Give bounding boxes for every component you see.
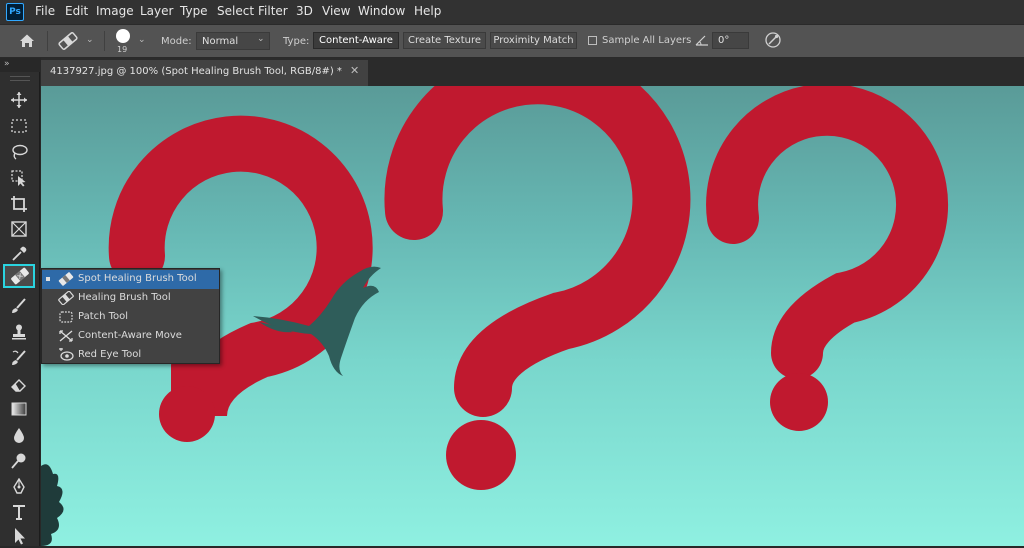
history-brush-tool[interactable] <box>4 346 34 370</box>
brush-tool[interactable] <box>4 294 34 318</box>
close-icon[interactable]: ✕ <box>350 64 359 77</box>
dodge-tool[interactable] <box>4 449 34 473</box>
content-aware-move-icon <box>59 330 73 342</box>
type-content-aware-button[interactable]: Content-Aware <box>313 32 399 49</box>
lasso-icon <box>12 144 28 160</box>
menu-bar: Ps File Edit Image Layer Type Select Fil… <box>0 0 1024 24</box>
flyout-item-label: Healing Brush Tool <box>78 292 171 303</box>
menu-filter[interactable]: Filter <box>258 4 288 18</box>
angle-value: 0° <box>718 35 730 46</box>
stamp-icon <box>12 324 26 340</box>
brush-icon <box>12 298 26 313</box>
flyout-item-label: Spot Healing Brush Tool <box>78 273 197 284</box>
blur-tool[interactable] <box>4 423 34 447</box>
crop-icon <box>11 196 27 212</box>
flyout-item-label: Red Eye Tool <box>78 349 142 360</box>
brush-size-value: 19 <box>117 45 128 54</box>
object-selection-icon <box>11 170 26 187</box>
marquee-tool[interactable] <box>4 114 34 138</box>
eyedropper-icon <box>12 246 27 261</box>
menu-layer[interactable]: Layer <box>140 4 173 18</box>
question-mark-graphic-right <box>706 86 949 431</box>
eraser-icon <box>11 379 26 392</box>
crop-tool[interactable] <box>4 192 34 216</box>
menu-help[interactable]: Help <box>414 4 441 18</box>
eraser-tool[interactable] <box>4 372 34 396</box>
healing-tools-flyout: Spot Healing Brush Tool Healing Brush To… <box>41 268 220 364</box>
flyout-item-content-aware-move[interactable]: Content-Aware Move <box>42 327 219 346</box>
flyout-item-healing-brush[interactable]: Healing Brush Tool <box>42 289 219 308</box>
sample-all-layers-checkbox[interactable] <box>588 36 597 45</box>
photoshop-logo[interactable]: Ps <box>6 3 24 21</box>
document-tab-title: 4137927.jpg @ 100% (Spot Healing Brush T… <box>50 66 342 77</box>
menu-select[interactable]: Select <box>217 4 254 18</box>
mode-select[interactable]: Normal ⌄ <box>196 32 270 50</box>
toolbar-grip[interactable] <box>10 76 30 81</box>
object-selection-tool[interactable] <box>4 166 34 190</box>
move-icon <box>11 92 27 108</box>
mode-value: Normal <box>202 36 239 47</box>
gradient-tool[interactable] <box>4 397 34 421</box>
pen-icon <box>13 478 25 494</box>
chevron-down-icon: ⌄ <box>257 34 265 44</box>
mode-label: Mode: <box>161 36 192 47</box>
separator <box>104 31 105 51</box>
frame-tool[interactable] <box>4 217 34 241</box>
menu-file[interactable]: File <box>35 4 55 18</box>
flyout-item-label: Content-Aware Move <box>78 330 182 341</box>
rect-marquee-icon <box>11 119 27 133</box>
flyout-item-red-eye[interactable]: Red Eye Tool <box>42 346 219 365</box>
clone-stamp-tool[interactable] <box>4 320 34 344</box>
home-icon[interactable] <box>18 32 36 50</box>
brush-preview-icon[interactable] <box>114 27 132 45</box>
flyout-item-patch[interactable]: Patch Tool <box>42 308 219 327</box>
type-icon <box>13 505 25 520</box>
type-tool[interactable] <box>4 500 34 524</box>
history-brush-icon <box>12 350 26 365</box>
document-tab[interactable]: 4137927.jpg @ 100% (Spot Healing Brush T… <box>41 60 368 86</box>
menu-type[interactable]: Type <box>180 4 208 18</box>
path-selection-icon <box>15 528 25 545</box>
frame-icon <box>11 221 27 237</box>
gradient-icon <box>11 402 27 416</box>
sample-all-layers-label: Sample All Layers <box>602 35 692 46</box>
chevron-down-icon[interactable]: ⌄ <box>138 35 146 45</box>
chevron-down-icon[interactable]: ⌄ <box>86 35 94 45</box>
tree-foliage <box>41 464 64 546</box>
type-proximity-match-button[interactable]: Proximity Match <box>490 32 577 49</box>
angle-input[interactable]: 0° <box>712 32 749 49</box>
menu-edit[interactable]: Edit <box>65 4 88 18</box>
move-tool[interactable] <box>4 88 34 112</box>
separator <box>47 31 48 51</box>
pressure-size-icon[interactable] <box>764 31 782 49</box>
dodge-icon <box>11 453 26 469</box>
menu-image[interactable]: Image <box>96 4 134 18</box>
selected-indicator <box>46 277 50 281</box>
lasso-tool[interactable] <box>4 140 34 164</box>
spot-healing-icon <box>58 272 74 286</box>
type-label: Type: <box>283 36 310 47</box>
menu-3d[interactable]: 3D <box>296 4 313 18</box>
angle-icon <box>695 33 709 47</box>
tool-preset-picker[interactable] <box>56 30 80 52</box>
flyout-item-label: Patch Tool <box>78 311 129 322</box>
menu-view[interactable]: View <box>322 4 350 18</box>
spot-healing-icon <box>11 267 29 285</box>
type-create-texture-button[interactable]: Create Texture <box>403 32 486 49</box>
collapse-panels-icon[interactable]: » <box>4 59 18 71</box>
pen-tool[interactable] <box>4 475 34 499</box>
question-mark-graphic-center <box>384 86 691 490</box>
eyedropper-tool[interactable] <box>4 242 34 266</box>
healing-brush-icon <box>58 291 74 305</box>
red-eye-icon <box>59 348 74 361</box>
patch-icon <box>59 311 73 323</box>
menu-window[interactable]: Window <box>358 4 405 18</box>
flyout-item-spot-healing-brush[interactable]: Spot Healing Brush Tool <box>42 270 219 289</box>
path-selection-tool[interactable] <box>4 524 34 548</box>
drop-icon <box>14 428 24 443</box>
spot-healing-brush-tool[interactable] <box>3 264 35 288</box>
